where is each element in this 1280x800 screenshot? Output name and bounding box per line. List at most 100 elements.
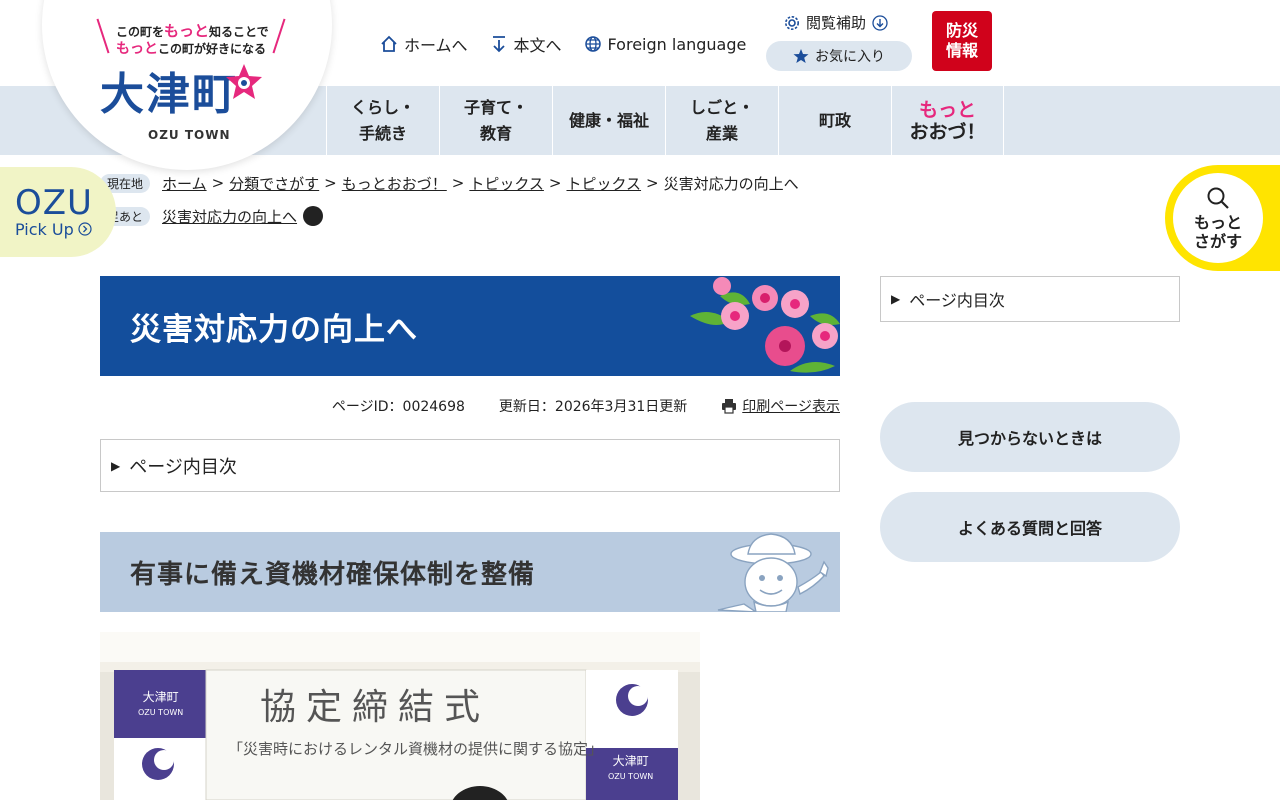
gear-icon (785, 15, 799, 30)
toc-label: ページ内目次 (129, 456, 237, 478)
section-heading-band: 有事に備え資機材確保体制を整備 (100, 532, 840, 612)
tagline-emphasis: もっと (116, 41, 158, 57)
breadcrumb-link-topics-sub[interactable]: トピックス (566, 173, 641, 194)
history-clear-icon[interactable] (303, 206, 324, 226)
nav-label: 子育て・ (463, 97, 528, 117)
breadcrumb-current: 災害対応力の向上へ (663, 174, 799, 193)
search-label-1: もっと (1193, 213, 1242, 232)
site-header: この町をもっと知ることで もっとこの町が好きになる 大津町 OZU TOWN ホ… (0, 0, 1280, 170)
home-link-label: ホームへ (404, 36, 468, 55)
history-link[interactable]: 災害対応力の向上へ (162, 206, 297, 227)
nav-label: 手続き (358, 123, 407, 143)
triangle-right-icon: ▶ (891, 292, 901, 306)
logo-english: OZU TOWN (148, 128, 231, 142)
tagline-text: この町を (116, 25, 165, 39)
favorite-button[interactable]: お気に入り (766, 41, 912, 71)
utility-links: ホームへ 本文へ Foreign language (380, 32, 746, 56)
nav-label: しごと・ (689, 97, 754, 117)
flag-right-text: 大津町 (612, 754, 649, 768)
sidebar-toc-toggle[interactable]: ▶ ページ内目次 (880, 276, 1180, 322)
not-found-button[interactable]: 見つからないときは (880, 402, 1180, 472)
nav-item-motto-ozu[interactable]: もっと おおづ！ (891, 86, 1004, 155)
search-label-2: さがす (1193, 232, 1242, 251)
foreign-language-label: Foreign language (607, 34, 747, 54)
home-icon (381, 35, 397, 52)
site-logo[interactable]: この町をもっと 知ることで もっとこの町が好きになる 大津町 OZU TOWN (96, 18, 286, 148)
sidebar-toc-label: ページ内目次 (909, 291, 1005, 310)
azalea-flowers-illustration (690, 277, 840, 373)
logo-tagline-2: もっとこの町が好きになる (116, 38, 266, 58)
page-meta: ページID：0024698 更新日：2026年3月31日更新 印刷ページ表示 (100, 396, 840, 416)
breadcrumb-link-topics[interactable]: トピックス (469, 173, 544, 194)
breadcrumb-separator: > (548, 174, 562, 192)
nav-label: おおづ！ (909, 120, 986, 143)
flag-left-en: OZU TOWN (138, 708, 184, 717)
search-bubble-inner: もっと さがす (1173, 173, 1263, 263)
nav-item-work[interactable]: しごと・ 産業 (665, 86, 778, 155)
breadcrumb-link-motto-ozu[interactable]: もっとおおづ！ (342, 173, 447, 194)
faq-button[interactable]: よくある質問と回答 (880, 492, 1180, 562)
faq-label: よくある質問と回答 (957, 519, 1102, 538)
breadcrumb-link-category[interactable]: 分類でさがす (229, 173, 319, 194)
nav-item-health[interactable]: 健康・福祉 (552, 86, 665, 155)
nav-label: 健康・福祉 (568, 110, 649, 130)
breadcrumb-separator: > (324, 174, 337, 192)
nav-label: もっと (918, 98, 976, 121)
updated-date: 更新日：2026年3月31日更新 (498, 399, 688, 415)
disaster-info-button[interactable]: 防災 情報 (932, 11, 992, 71)
breadcrumb-separator: > (451, 174, 465, 192)
agreement-ceremony-photo: 大津町 OZU TOWN 大津町 OZU TOWN 協定締結式 「災害時におけるレン… (100, 632, 700, 800)
nav-item-childcare[interactable]: 子育て・ 教育 (439, 86, 552, 155)
nav-item-living[interactable]: くらし・ 手続き (326, 86, 439, 155)
flag-right-label: 大津町 OZU TOWN (608, 754, 653, 784)
flower-star-icon (226, 64, 262, 99)
globe-icon (584, 36, 601, 52)
section-heading: 有事に備え資機材確保体制を整備 (130, 560, 536, 590)
flag-right-en: OZU TOWN (608, 772, 654, 781)
print-link[interactable]: 印刷ページ表示 (721, 396, 840, 416)
banner-subtitle: 「災害時におけるレンタル資機材の提供に関する協定」 (228, 740, 604, 758)
favorite-label: お気に入り (815, 49, 885, 65)
nav-item-government[interactable]: 町政 (778, 86, 891, 155)
nav-label: 町政 (818, 110, 851, 130)
chevron-down-circle-icon (872, 14, 888, 31)
arrow-right-circle-icon (78, 222, 92, 236)
breadcrumb-separator: > (646, 174, 659, 192)
logo-name: 大津町 (100, 69, 238, 120)
pickup-subtitle: Pick Up (15, 220, 116, 239)
banner-title: 協定締結式 (260, 687, 491, 728)
home-link[interactable]: ホームへ (380, 32, 468, 56)
star-icon (793, 49, 809, 63)
printer-icon (722, 399, 737, 414)
nav-label: 産業 (705, 123, 738, 143)
pickup-sub-label: Pick Up (15, 219, 74, 239)
tagline-text: この町が好きになる (158, 42, 267, 56)
arrow-down-icon (492, 36, 505, 53)
skip-to-content-link[interactable]: 本文へ (490, 32, 562, 56)
nav-label: くらし・ (350, 97, 415, 117)
accessibility-menu[interactable]: 閲覧補助 (784, 12, 888, 33)
breadcrumb-current-path: 現在地 ホーム > 分類でさがす > もっとおおづ！ > トピックス > トピッ… (100, 172, 799, 194)
skip-link-label: 本文へ (513, 36, 562, 55)
search-more-button[interactable]: もっと さがす (1165, 165, 1280, 271)
breadcrumb-history: 足あと 災害対応力の向上へ (100, 205, 799, 227)
pickup-title: OZU (15, 182, 93, 223)
flag-left-label: 大津町 OZU TOWN (138, 690, 183, 720)
page-id: ページID：0024698 (331, 399, 465, 415)
ozu-pickup-tab[interactable]: OZU Pick Up (0, 167, 116, 257)
page-title: 災害対応力の向上へ (130, 312, 418, 348)
disaster-label-1: 防災 (945, 21, 978, 40)
not-found-label: 見つからないときは (957, 429, 1102, 448)
foreign-language-link[interactable]: Foreign language (584, 32, 747, 56)
page-toc-toggle[interactable]: ▶ ページ内目次 (100, 439, 840, 492)
triangle-right-icon: ▶ (111, 458, 121, 473)
breadcrumb-link-home[interactable]: ホーム (162, 173, 207, 194)
tagline-text: 知ることで (209, 25, 269, 39)
print-label: 印刷ページ表示 (742, 399, 840, 415)
mascot-illustration (717, 533, 829, 612)
breadcrumb-separator: > (211, 174, 225, 192)
breadcrumb: 現在地 ホーム > 分類でさがす > もっとおおづ！ > トピックス > トピッ… (100, 172, 799, 238)
accessibility-label: 閲覧補助 (806, 14, 867, 32)
search-icon (1207, 187, 1229, 209)
global-nav: くらし・手続き 子育て・ 教育 健康・福祉 しごと・産業 町政 もっと おおづ！ (326, 86, 1004, 155)
